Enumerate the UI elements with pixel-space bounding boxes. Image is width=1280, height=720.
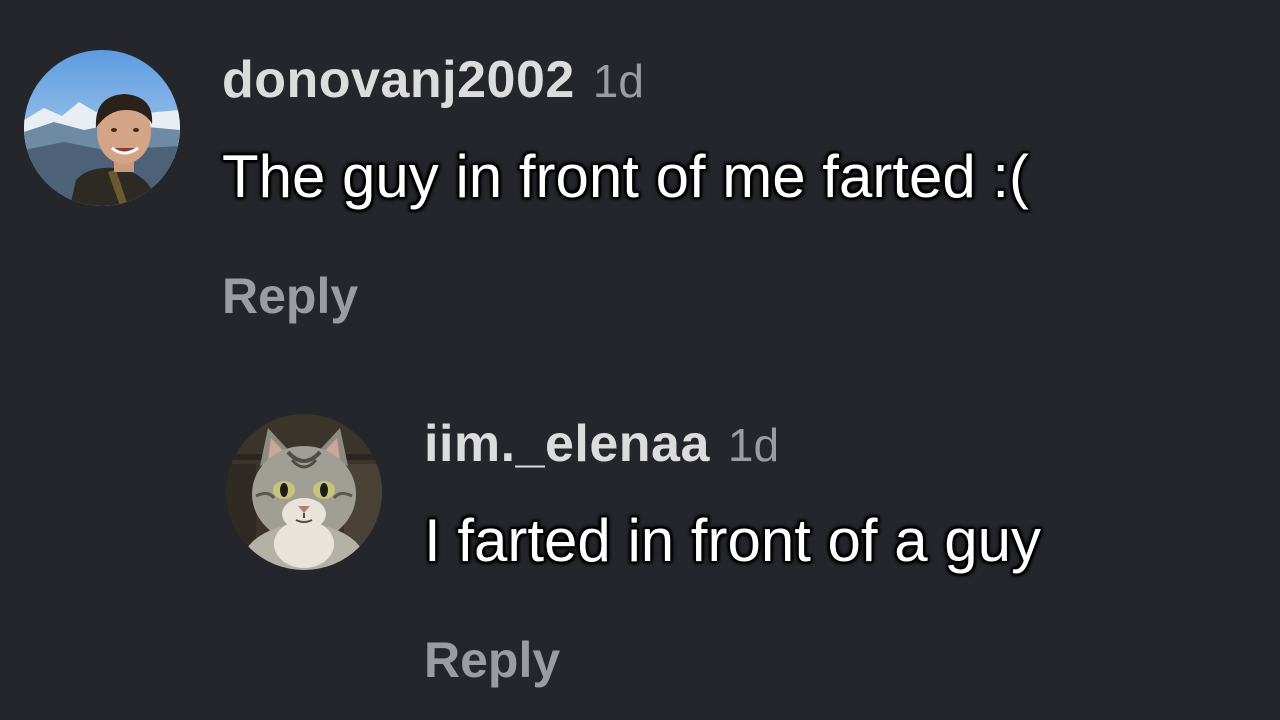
cat-photo-avatar — [226, 414, 382, 570]
person-photo-avatar — [24, 50, 180, 206]
comment-text: The guy in front of me farted :( — [222, 143, 1030, 210]
comment-meta: donovanj2002 1d — [222, 50, 1029, 114]
timestamp: 1d — [592, 55, 644, 107]
username[interactable]: donovanj2002 — [222, 50, 575, 110]
comment-meta: iim._elenaa 1d — [424, 414, 1041, 478]
timestamp: 1d — [727, 419, 780, 471]
reply-comment: iim._elenaa 1d I farted in front of a gu… — [226, 414, 1041, 689]
reply-button[interactable]: Reply — [222, 267, 1029, 325]
comment-thread: donovanj2002 1d The guy in front of me f… — [0, 0, 1280, 720]
username[interactable]: iim._elenaa — [424, 414, 710, 474]
comment: donovanj2002 1d The guy in front of me f… — [24, 50, 1029, 325]
reply-button[interactable]: Reply — [424, 631, 1041, 689]
avatar[interactable] — [24, 50, 180, 206]
comment-text: I farted in front of a guy — [424, 507, 1042, 574]
comment-body: donovanj2002 1d The guy in front of me f… — [222, 50, 1029, 325]
avatar[interactable] — [226, 414, 382, 570]
comment-body: iim._elenaa 1d I farted in front of a gu… — [424, 414, 1041, 689]
